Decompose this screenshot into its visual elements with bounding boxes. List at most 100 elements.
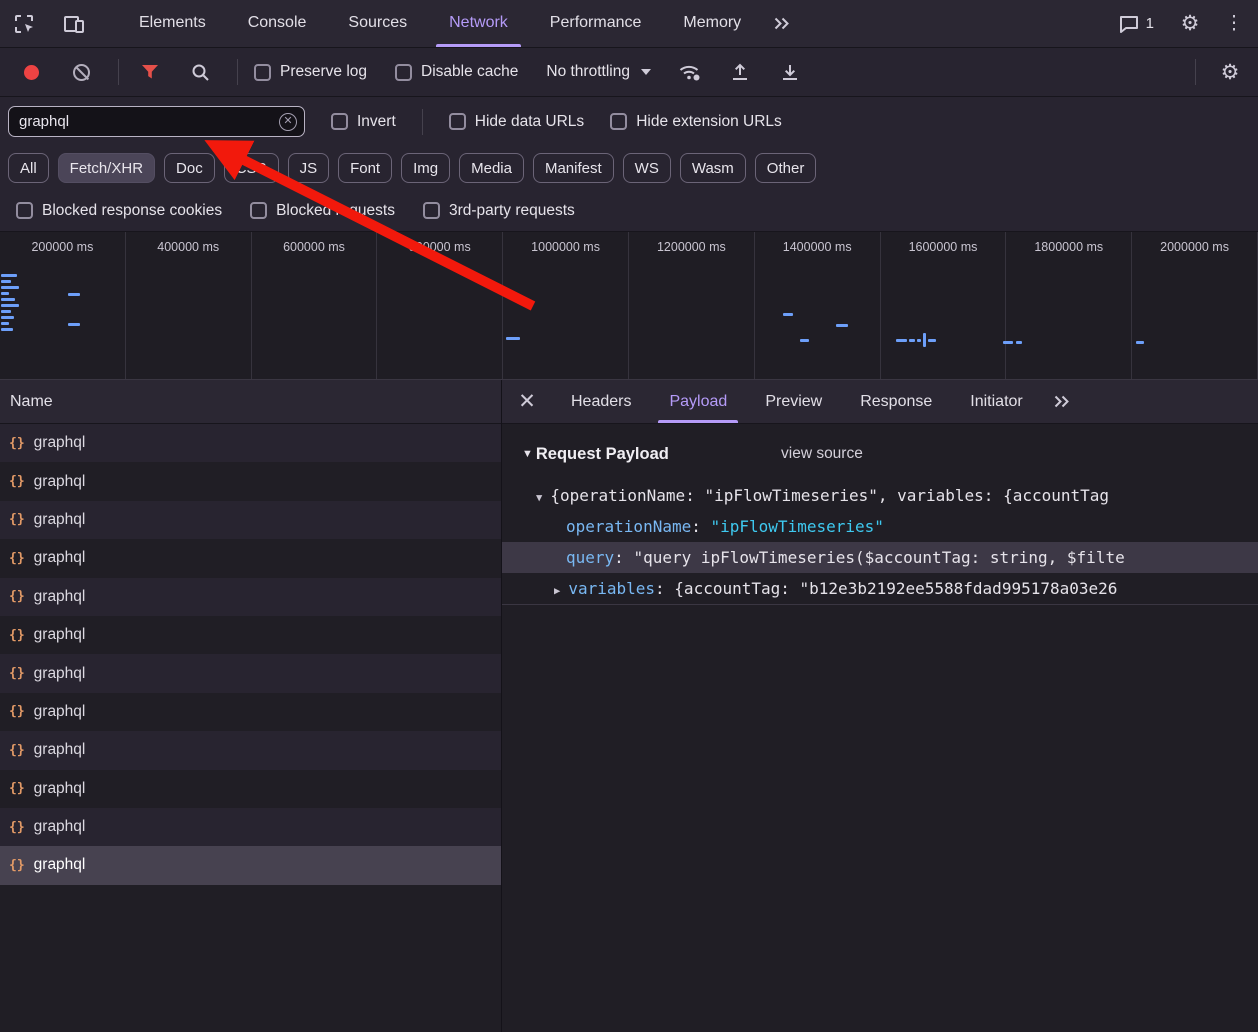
payload-text: : {accountTag: "b12e3b2192ee5588fdad9951… [655,579,1117,598]
request-row[interactable]: {}graphql [0,808,501,846]
payload-row[interactable]: ▼{operationName: "ipFlowTimeseries", var… [502,480,1258,511]
requests-panel: Name {}graphql{}graphql{}graphql{}graphq… [0,380,502,1032]
filter-toggle-button[interactable] [135,57,165,87]
detail-tab-strip: HeadersPayloadPreviewResponseInitiator [552,380,1042,423]
name-column-header[interactable]: Name [0,380,501,424]
tab-console[interactable]: Console [227,0,328,47]
request-row[interactable]: {} graphql [0,846,501,884]
json-braces-icon: {} [9,512,25,527]
search-button[interactable] [185,57,215,87]
kebab-menu-icon[interactable]: ⋮ [1216,6,1252,42]
request-row[interactable]: {} graphql [0,539,501,577]
timeline-bars [0,232,1258,379]
hide-extension-urls-label: Hide extension URLs [636,113,782,131]
detail-tab-headers[interactable]: Headers [552,380,650,423]
inspect-element-icon[interactable] [6,6,42,42]
network-conditions-button[interactable] [675,57,705,87]
export-har-button[interactable] [775,57,805,87]
hide-data-urls-checkbox[interactable]: Hide data URLs [449,113,584,131]
tab-memory[interactable]: Memory [662,0,762,47]
request-row[interactable]: {}graphql [0,616,501,654]
record-button[interactable] [16,57,46,87]
request-row[interactable]: {}graphql [0,501,501,539]
request-row[interactable]: {}graphql [0,424,501,462]
filter-chip-img[interactable]: Img [401,153,450,183]
extra-filter-row: Blocked response cookies Blocked requests… [0,190,1258,232]
disclosure-down-icon[interactable]: ▼ [522,448,533,460]
detail-tab-initiator[interactable]: Initiator [951,380,1041,423]
request-row[interactable]: {}graphql [0,731,501,769]
filter-chip-fetch-xhr[interactable]: Fetch/XHR [58,153,155,183]
tab-network[interactable]: Network [428,0,529,47]
checkbox-3rd-party-requests[interactable]: 3rd-party requests [423,202,575,220]
view-source-link[interactable]: view source [781,445,863,463]
request-timing-bar [1016,341,1022,344]
filter-chip-all[interactable]: All [8,153,49,183]
filter-chip-js[interactable]: JS [288,153,330,183]
tab-performance[interactable]: Performance [529,0,663,47]
payload-row[interactable]: ▶variables: {accountTag: "b12e3b2192ee55… [502,573,1258,604]
request-name: graphql [34,588,86,606]
disclosure-down-icon[interactable]: ▼ [536,483,542,511]
request-timing-bar [836,324,848,327]
request-row[interactable]: {}graphql [0,770,501,808]
request-row[interactable]: {}graphql [0,462,501,500]
device-toolbar-icon[interactable] [56,6,92,42]
more-detail-tabs-icon[interactable] [1042,394,1081,409]
filter-chip-other[interactable]: Other [755,153,817,183]
checkbox-box [331,113,348,130]
request-row[interactable]: {}graphql [0,578,501,616]
payload-row[interactable]: operationName: "ipFlowTimeseries" [502,511,1258,542]
detail-tab-response[interactable]: Response [841,380,951,423]
request-timing-bar [1,274,17,277]
request-row[interactable]: {}graphql [0,654,501,692]
filter-chip-css[interactable]: CSS [224,153,279,183]
detail-tab-preview[interactable]: Preview [746,380,841,423]
hide-extension-urls-checkbox[interactable]: Hide extension URLs [610,113,782,131]
tab-elements[interactable]: Elements [118,0,227,47]
request-list: {}graphql{}graphql{}graphql{}graphql{}gr… [0,424,501,885]
json-braces-icon: {} [9,858,25,873]
disclosure-right-icon[interactable]: ▶ [554,576,560,604]
checkbox-blocked-requests[interactable]: Blocked requests [250,202,395,220]
network-settings-gear-icon[interactable]: ⚙ [1212,54,1248,90]
request-timing-bar [800,339,809,342]
json-braces-icon: {} [9,551,25,566]
filter-input[interactable] [8,106,305,137]
payload-text: operationName [566,517,691,536]
request-row[interactable]: {}graphql [0,693,501,731]
filter-chip-wasm[interactable]: Wasm [680,153,746,183]
invert-checkbox[interactable]: Invert [331,113,396,131]
divider [237,59,238,85]
filter-chip-ws[interactable]: WS [623,153,671,183]
request-name: graphql [34,856,86,874]
filter-chip-media[interactable]: Media [459,153,524,183]
close-details-icon[interactable]: ✕ [502,389,552,414]
payload-row[interactable]: query: "query ipFlowTimeseries($accountT… [502,542,1258,573]
disable-cache-checkbox[interactable]: Disable cache [395,63,518,81]
request-name: graphql [34,549,86,567]
request-name: graphql [34,741,86,759]
search-icon [191,63,210,82]
filter-chip-manifest[interactable]: Manifest [533,153,614,183]
clear-icon [73,64,90,81]
checkbox-blocked-response-cookies[interactable]: Blocked response cookies [16,202,222,220]
wifi-gear-icon [678,63,702,82]
request-timing-bar [1,322,9,325]
issues-button[interactable]: 1 [1119,15,1154,33]
checkbox-box [250,202,267,219]
clear-log-button[interactable] [66,57,96,87]
detail-tab-payload[interactable]: Payload [650,380,746,423]
preserve-log-checkbox[interactable]: Preserve log [254,63,367,81]
checkbox-box [254,64,271,81]
clear-filter-icon[interactable]: ✕ [279,113,297,131]
settings-gear-icon[interactable]: ⚙ [1172,6,1208,42]
filter-chip-doc[interactable]: Doc [164,153,215,183]
more-tabs-icon[interactable] [762,16,801,31]
throttling-select[interactable]: No throttling [546,63,651,81]
devtools-top-bar: ElementsConsoleSourcesNetworkPerformance… [0,0,1258,48]
network-overview-timeline[interactable]: 200000 ms400000 ms600000 ms800000 ms1000… [0,232,1258,380]
tab-sources[interactable]: Sources [327,0,428,47]
filter-chip-font[interactable]: Font [338,153,392,183]
import-har-button[interactable] [725,57,755,87]
